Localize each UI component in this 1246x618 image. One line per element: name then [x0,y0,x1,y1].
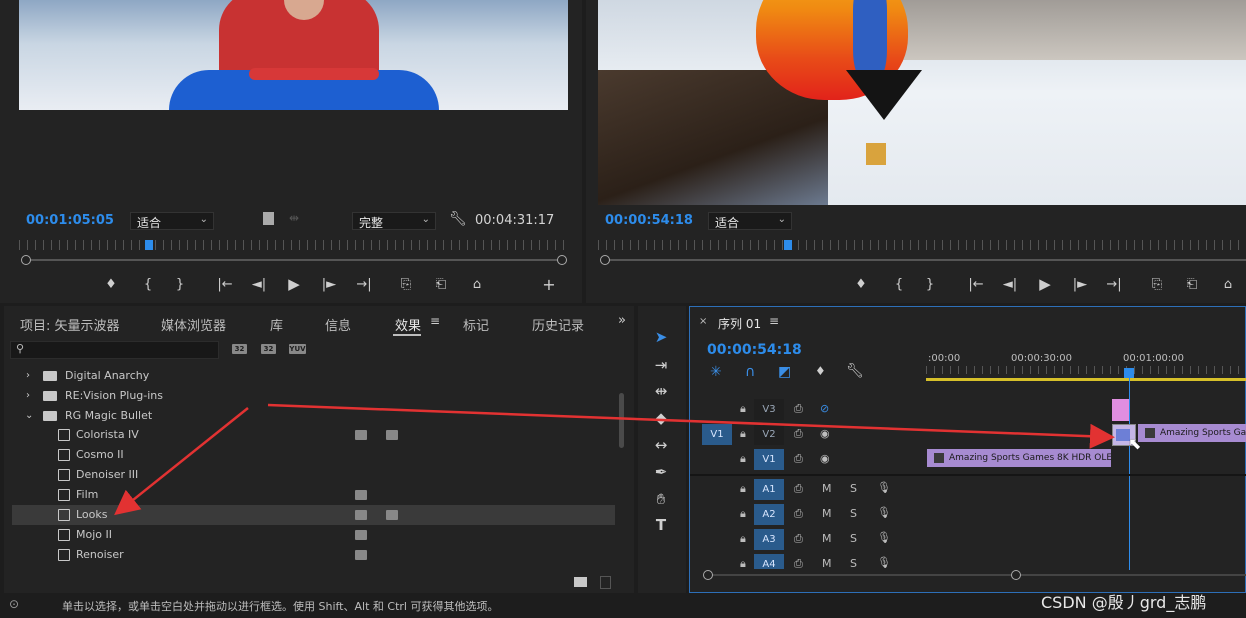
status-bar-icon: ⊙ [9,597,20,611]
status-hint: 单击以选择，或单击空白处并拖动以进行框选。使用 Shift、Alt 和 Ctrl… [62,600,499,613]
annotation-arrows [114,403,1115,516]
arrow-to-timeline [267,403,1115,449]
arrow-to-looks [114,407,249,516]
mouse-cursor-icon: ⬉ [1128,434,1142,453]
watermark: CSDN @殷丿grd_志鹏 [1041,593,1207,612]
